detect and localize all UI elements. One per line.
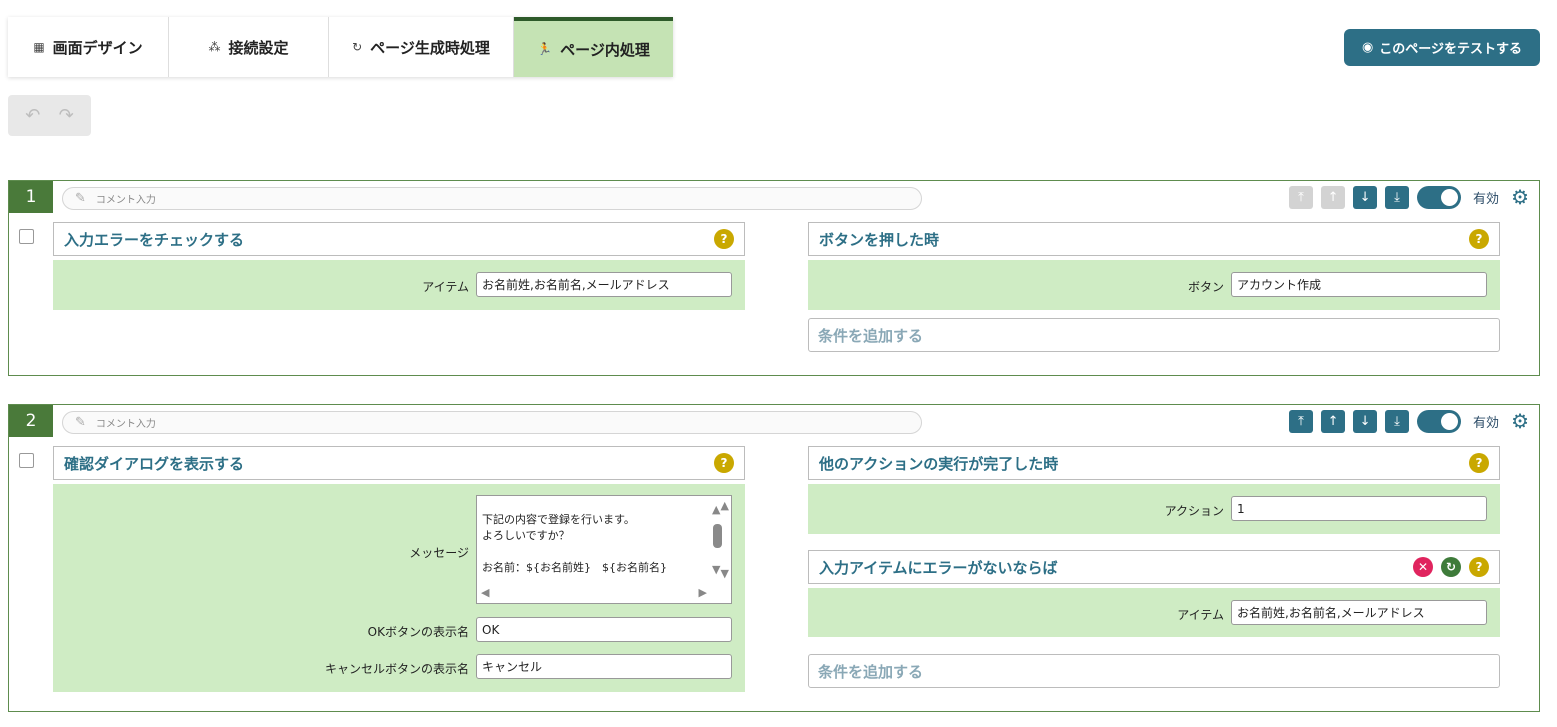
enabled-label: 有効	[1473, 191, 1500, 207]
revert-icon[interactable]: ↻	[1441, 557, 1461, 577]
rule-controls: ⤒ ↑ ↓ ⤓ 有効 ⚙	[1289, 185, 1529, 209]
connection-icon: ⁂	[208, 40, 221, 54]
comment-placeholder: コメント入力	[95, 195, 156, 206]
undo-redo-group: ↶ ↷	[8, 95, 91, 136]
trigger-title: ボタンを押した時	[819, 230, 940, 249]
button-input[interactable]: アカウント作成	[1231, 272, 1487, 297]
help-icon[interactable]: ?	[1469, 557, 1489, 577]
item-input[interactable]: お名前姓,お名前名,メールアドレス	[1231, 600, 1487, 625]
tab-connection-settings[interactable]: ⁂ 接続設定	[169, 17, 329, 77]
comment-input[interactable]: ✎ コメント入力	[62, 187, 922, 210]
pencil-icon: ✎	[75, 191, 86, 206]
rule-number: 2	[9, 405, 53, 437]
ok-input[interactable]: OK	[476, 617, 732, 642]
add-condition-button[interactable]: 条件を追加する	[808, 654, 1500, 688]
add-condition-button[interactable]: 条件を追加する	[808, 318, 1500, 352]
action-title: 入力エラーをチェックする	[64, 230, 245, 249]
condition-title: 入力アイテムにエラーがないならば	[819, 558, 1058, 577]
rule-block-2: 2 ✎ コメント入力 ⤒ ↑ ↓ ⤓ 有効 ⚙ 確認ダイアログを表示する ? メ…	[8, 404, 1540, 712]
rule-checkbox[interactable]	[19, 229, 34, 244]
trigger-title: 他のアクションの実行が完了した時	[819, 454, 1059, 473]
condition-header[interactable]: 入力アイテムにエラーがないならば ✕ ↻ ?	[808, 550, 1500, 584]
redo-icon[interactable]: ↷	[59, 105, 74, 126]
tab-label: 画面デザイン	[52, 38, 143, 57]
message-line	[482, 544, 726, 560]
button-label: ボタン	[1187, 280, 1224, 294]
enable-toggle[interactable]	[1417, 409, 1462, 433]
help-icon[interactable]: ?	[714, 453, 734, 473]
action-title: 確認ダイアログを表示する	[64, 454, 245, 473]
move-down-button[interactable]: ↓	[1353, 409, 1378, 433]
ok-label: OKボタンの表示名	[367, 625, 469, 639]
tab-bar: ▦ 画面デザイン ⁂ 接続設定 ↻ ページ生成時処理 🏃 ページ内処理	[8, 17, 673, 77]
enable-toggle[interactable]	[1417, 185, 1462, 209]
help-icon[interactable]: ?	[714, 229, 734, 249]
test-page-label: このページをテストする	[1379, 42, 1523, 57]
message-textarea[interactable]: 下記の内容で登録を行います。 よろしいですか？ お名前：${お名前姓} ${お名…	[476, 495, 732, 604]
rule-controls: ⤒ ↑ ↓ ⤓ 有効 ⚙	[1289, 409, 1529, 433]
gear-icon[interactable]: ⚙	[1511, 409, 1529, 433]
runner-icon: 🏃	[537, 42, 553, 56]
enabled-label: 有効	[1473, 415, 1500, 431]
action-header[interactable]: 確認ダイアログを表示する ?	[53, 446, 745, 480]
test-page-button[interactable]: ◉ このページをテストする	[1344, 29, 1540, 66]
move-up-button[interactable]: ↑	[1321, 409, 1346, 433]
tab-label: ページ内処理	[560, 40, 650, 59]
move-up-button[interactable]: ↑	[1321, 185, 1346, 209]
scroll-up-icon[interactable]: ▲	[712, 502, 720, 518]
tab-label: ページ生成時処理	[370, 38, 490, 57]
action-number-input[interactable]: 1	[1231, 496, 1487, 521]
layout-icon: ▦	[33, 40, 45, 54]
tab-in-page-process[interactable]: 🏃 ページ内処理	[514, 17, 673, 77]
action-number-label: アクション	[1164, 504, 1224, 518]
action-panel: アイテム お名前姓,お名前名,メールアドレス	[53, 260, 745, 310]
move-down-button[interactable]: ↓	[1353, 185, 1378, 209]
message-label: メッセージ	[409, 546, 469, 560]
undo-icon[interactable]: ↶	[25, 105, 40, 126]
item-label: アイテム	[1177, 608, 1224, 622]
message-line: お名前：${お名前姓} ${お名前名}	[482, 561, 667, 574]
delete-icon[interactable]: ✕	[1413, 557, 1433, 577]
item-label: アイテム	[422, 280, 469, 294]
rule-number: 1	[9, 181, 53, 213]
move-top-button[interactable]: ⤒	[1289, 409, 1314, 433]
action-header[interactable]: 入力エラーをチェックする ?	[53, 222, 745, 256]
eye-icon: ◉	[1361, 40, 1374, 55]
help-icon[interactable]: ?	[1469, 229, 1489, 249]
refresh-icon: ↻	[352, 40, 363, 54]
scroll-thumb[interactable]	[713, 524, 722, 548]
tab-label: 接続設定	[228, 38, 289, 57]
trigger-panel: アクション 1	[808, 484, 1500, 534]
rule-checkbox[interactable]	[19, 453, 34, 468]
trigger-header[interactable]: 他のアクションの実行が完了した時 ?	[808, 446, 1500, 480]
rule-block-1: 1 ✎ コメント入力 ⤒ ↑ ↓ ⤓ 有効 ⚙ 入力エラーをチェックする ? ア…	[8, 180, 1540, 376]
tab-page-load-process[interactable]: ↻ ページ生成時処理	[329, 17, 514, 77]
outer-scroll-down-icon[interactable]: ▼	[721, 566, 729, 582]
condition-panel: アイテム お名前姓,お名前名,メールアドレス	[808, 588, 1500, 637]
cancel-label: キャンセルボタンの表示名	[324, 662, 469, 676]
scroll-down-icon[interactable]: ▼	[712, 562, 720, 578]
scroll-right-icon[interactable]: ▶	[699, 585, 707, 601]
condition-icons: ✕ ↻ ?	[1413, 557, 1489, 577]
cancel-input[interactable]: キャンセル	[476, 654, 732, 679]
move-bottom-button[interactable]: ⤓	[1385, 185, 1410, 209]
gear-icon[interactable]: ⚙	[1511, 185, 1529, 209]
move-top-button[interactable]: ⤒	[1289, 185, 1314, 209]
tab-screen-design[interactable]: ▦ 画面デザイン	[8, 17, 169, 77]
action-panel: メッセージ 下記の内容で登録を行います。 よろしいですか？ お名前：${お名前姓…	[53, 484, 745, 692]
message-line: よろしいですか？	[482, 529, 570, 542]
trigger-panel: ボタン アカウント作成	[808, 260, 1500, 310]
comment-input[interactable]: ✎ コメント入力	[62, 411, 922, 434]
scroll-left-icon[interactable]: ◀	[481, 585, 489, 601]
move-bottom-button[interactable]: ⤓	[1385, 409, 1410, 433]
item-input[interactable]: お名前姓,お名前名,メールアドレス	[476, 272, 732, 297]
outer-scroll-up-icon[interactable]: ▲	[721, 498, 729, 514]
help-icon[interactable]: ?	[1469, 453, 1489, 473]
pencil-icon: ✎	[75, 415, 86, 430]
comment-placeholder: コメント入力	[95, 419, 156, 430]
trigger-header[interactable]: ボタンを押した時 ?	[808, 222, 1500, 256]
message-line: 下記の内容で登録を行います。	[482, 513, 635, 526]
